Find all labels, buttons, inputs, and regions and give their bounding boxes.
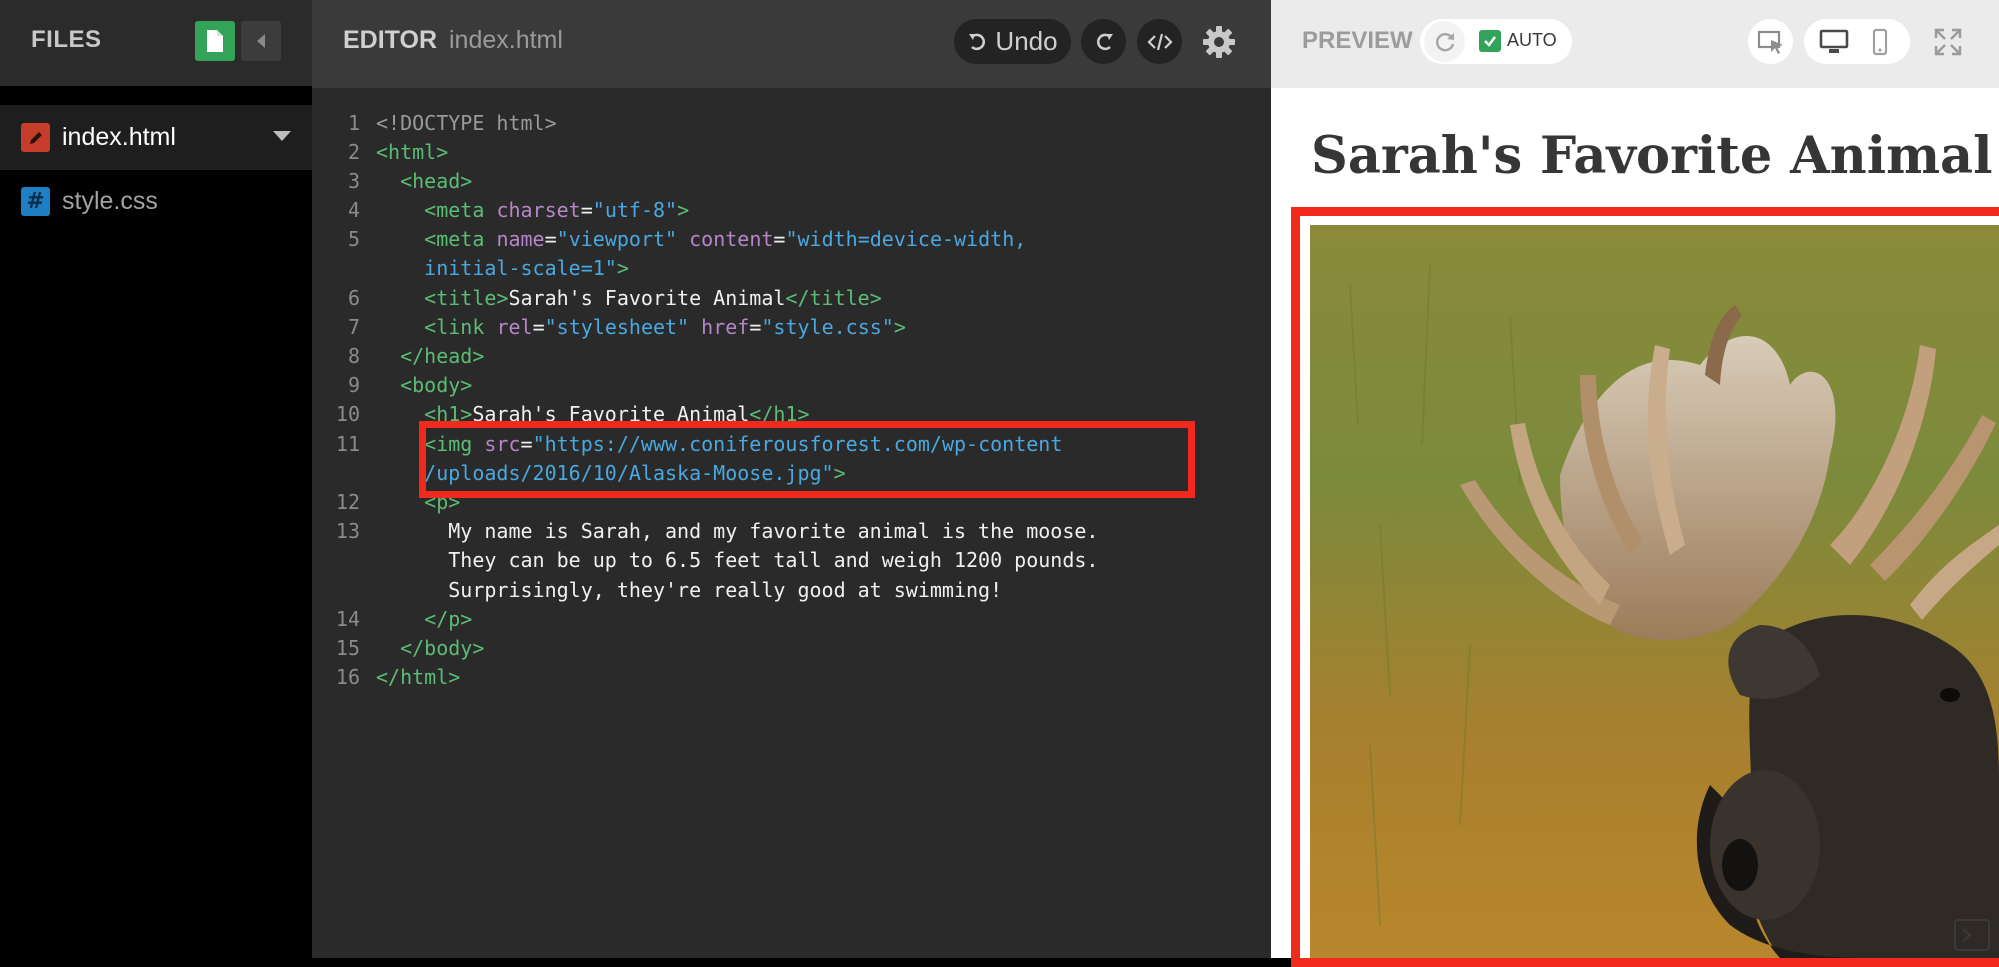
files-panel-title: FILES [31, 26, 102, 53]
refresh-icon [1435, 32, 1454, 51]
editor-filename: index.html [449, 26, 563, 54]
line-number: 4 [347, 198, 360, 222]
file-name-index-html[interactable]: index.html [62, 123, 176, 152]
code-line: They can be up to 6.5 feet tall and weig… [448, 548, 1099, 572]
line-number: 5 [347, 227, 360, 251]
file-name-style-css[interactable]: style.css [62, 187, 158, 216]
checkbox-icon [1484, 36, 1496, 47]
redo-button[interactable] [1081, 19, 1126, 64]
collapse-sidebar-button[interactable] [241, 21, 281, 61]
code-line: </body> [400, 636, 485, 660]
new-file-icon [207, 30, 223, 52]
view-code-button[interactable] [1137, 19, 1182, 64]
line-number: 16 [335, 665, 360, 689]
css-file-icon: # [21, 187, 50, 216]
pencil-icon [21, 123, 50, 152]
line-number: 1 [347, 111, 360, 135]
fullscreen-button[interactable] [1928, 22, 1968, 62]
file-options-chevron-down-icon[interactable] [273, 131, 291, 141]
line-number: 11 [335, 432, 360, 456]
code-line: </head> [400, 344, 485, 368]
code-line: Surprisingly, they're really good at swi… [448, 578, 1003, 602]
code-line: <meta charset="utf-8"> [424, 198, 690, 222]
line-number: 13 [335, 519, 360, 543]
fullscreen-icon [1934, 28, 1962, 56]
code-line: initial-scale=1"> [424, 256, 629, 280]
line-number: 2 [347, 140, 360, 164]
line-number: 9 [347, 373, 360, 397]
line-number: 15 [335, 636, 360, 660]
code-line: </p> [424, 607, 473, 631]
code-line: <title>Sarah's Favorite Animal</title> [424, 286, 882, 310]
desktop-view-button[interactable] [1816, 26, 1852, 58]
code-line: <head> [400, 169, 473, 193]
code-line: <link rel="stylesheet" href="style.css"> [424, 315, 906, 339]
files-list [0, 86, 312, 958]
inspect-button[interactable] [1748, 19, 1793, 64]
undo-icon [969, 33, 986, 50]
code-line: My name is Sarah, and my favorite animal… [448, 519, 1099, 543]
line-number: 14 [335, 607, 360, 631]
preview-title: PREVIEW [1302, 27, 1413, 54]
image-highlight-box [1291, 207, 1999, 967]
desktop-icon [1819, 29, 1849, 53]
line-number: 7 [347, 315, 360, 339]
auto-label[interactable]: AUTO [1507, 30, 1557, 51]
undo-label: Undo [995, 26, 1058, 56]
preview-heading: Sarah's Favorite Animal [1311, 126, 1993, 186]
refresh-button[interactable] [1424, 21, 1465, 62]
code-line: </html> [376, 665, 461, 689]
mobile-icon [1872, 28, 1888, 56]
gear-icon [1202, 25, 1235, 58]
code-line: <html> [376, 140, 449, 164]
new-file-button[interactable] [195, 21, 235, 61]
settings-button[interactable] [1196, 19, 1241, 64]
code-line: <!DOCTYPE html> [376, 111, 557, 135]
line-number: 12 [335, 490, 360, 514]
code-line: <meta name="viewport" content="width=dev… [424, 227, 1027, 251]
collapse-icon [257, 34, 265, 48]
mobile-view-button[interactable] [1862, 26, 1898, 58]
auto-checkbox[interactable] [1479, 30, 1501, 52]
redo-icon [1096, 33, 1113, 50]
code-line: <body> [400, 373, 473, 397]
line-number: 10 [335, 402, 360, 426]
inspect-icon [1757, 30, 1783, 54]
line-number: 6 [347, 286, 360, 310]
code-icon [1146, 33, 1173, 50]
img-tag-highlight-box [419, 421, 1195, 498]
undo-button[interactable]: Undo [954, 19, 1071, 64]
line-number: 8 [347, 344, 360, 368]
line-number: 3 [347, 169, 360, 193]
editor-title: EDITOR [343, 26, 437, 54]
